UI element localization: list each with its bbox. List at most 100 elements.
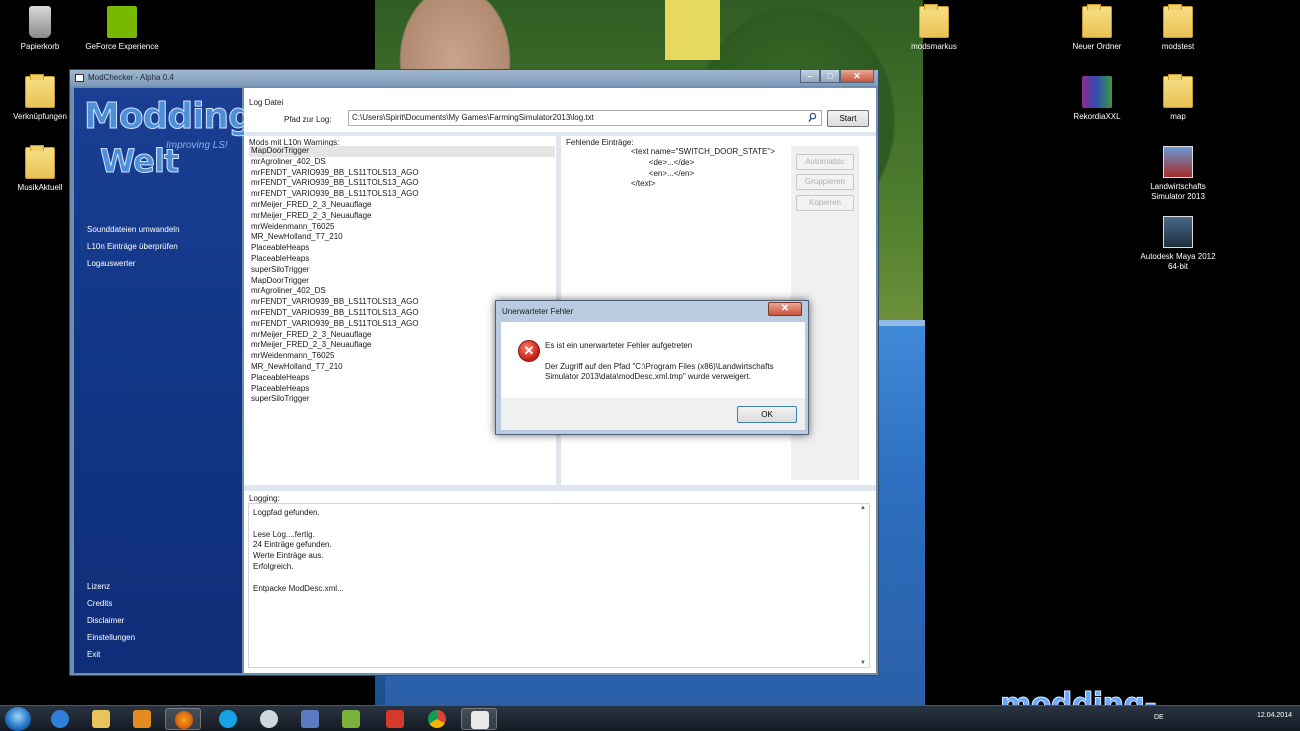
nav-logauswerter[interactable]: Logauswerter: [87, 259, 135, 268]
window-titlebar[interactable]: ModChecker - Alpha 0.4 – □ ✕: [70, 70, 878, 86]
ok-button[interactable]: OK: [737, 406, 797, 423]
desktop-icon-rekordiaxxl[interactable]: RekordiaXXL: [1057, 76, 1137, 122]
mod-list-item[interactable]: mrFENDT_VARIO939_BB_LS11TOLS13_AGO: [249, 168, 555, 179]
log-path-value: C:\Users\Spirit\Documents\My Games\Farmi…: [352, 113, 594, 122]
taskbar: DE 12.04.2014: [0, 705, 1300, 731]
desktop-icon-label: map: [1170, 112, 1186, 121]
scroll-down-icon[interactable]: ▼: [860, 660, 866, 666]
desktop-icon-modstest[interactable]: modstest: [1138, 4, 1218, 52]
desktop-icon-map[interactable]: map: [1138, 74, 1218, 122]
dialog-footer: OK: [501, 398, 805, 430]
logo-line1: Modding: [84, 96, 255, 138]
mod-list-item[interactable]: PlaceableHeaps: [249, 254, 555, 265]
nav-disclaimer[interactable]: Disclaimer: [87, 616, 124, 625]
scroll-up-icon[interactable]: ▲: [860, 505, 866, 511]
taskbar-explorer[interactable]: [83, 708, 119, 730]
nav-einstellungen[interactable]: Einstellungen: [87, 633, 135, 642]
logging-header: Logging:: [249, 494, 280, 503]
taskbar-firefox[interactable]: [165, 708, 201, 730]
desktop-icon-modsmarkus[interactable]: modsmarkus: [894, 4, 974, 52]
modchecker-icon: [471, 711, 489, 729]
taskbar-skype[interactable]: [210, 708, 246, 730]
mod-list-item[interactable]: mrAgroliner_402_DS: [249, 286, 555, 297]
automatisch-button[interactable]: Automatisc: [796, 154, 854, 170]
start-orb-icon[interactable]: [5, 707, 31, 731]
folder-icon: [25, 74, 55, 108]
kopieren-button[interactable]: Kopieren: [796, 195, 854, 211]
minimize-button[interactable]: –: [800, 70, 820, 83]
desktop-icon-label: modstest: [1161, 42, 1195, 51]
mod-list-item[interactable]: MapDoorTrigger: [249, 276, 555, 287]
mod-list-item[interactable]: mrFENDT_VARIO939_BB_LS11TOLS13_AGO: [249, 189, 555, 200]
sidebar: Modding Welt Improving LS! Sounddateien …: [74, 88, 255, 673]
mod-list-item[interactable]: PlaceableHeaps: [249, 243, 555, 254]
winrar-icon: [1082, 76, 1112, 108]
nav-credits[interactable]: Credits: [87, 599, 112, 608]
folder-icon: [1082, 4, 1112, 38]
window-title: ModChecker - Alpha 0.4: [88, 73, 174, 82]
search-icon[interactable]: [808, 112, 817, 123]
log-file-section-label: Log Datei: [249, 98, 284, 107]
desktop-icon-musikaktuell[interactable]: MusikAktuell: [0, 145, 80, 193]
paint-icon: [301, 710, 319, 728]
dialog-headline: Es ist ein unerwarteter Fehler aufgetret…: [545, 341, 693, 350]
folder-icon: [919, 4, 949, 38]
nav-sounddateien-umwandeln[interactable]: Sounddateien umwandeln: [87, 225, 180, 234]
maximize-button[interactable]: □: [820, 70, 840, 83]
taskbar-modchecker[interactable]: [461, 708, 497, 730]
internet-explorer-icon: [51, 710, 69, 728]
desktop-icon-neuer-ordner[interactable]: Neuer Ordner: [1057, 4, 1137, 52]
mod-list-item[interactable]: mrWeidenmann_T6025: [249, 222, 555, 233]
desktop-icon-label: RekordiaXXL: [1073, 112, 1121, 121]
desktop-icon-verknuepfungen[interactable]: Verknüpfungen: [0, 74, 80, 122]
path-label: Pfad zur Log:: [284, 115, 332, 124]
taskbar-media-player[interactable]: [124, 708, 160, 730]
mod-list-item[interactable]: mrMeijer_FRED_2_3_Neuauflage: [249, 200, 555, 211]
log-line: Logpfad gefunden.: [253, 508, 320, 517]
taskbar-internet-explorer[interactable]: [42, 708, 78, 730]
folder-icon: [1163, 4, 1193, 38]
modding-welt-logo: Modding Welt Improving LS!: [82, 96, 255, 186]
logging-textbox[interactable]: Logpfad gefunden. Lese Log....fertig. 24 E…: [248, 503, 870, 668]
xml-line: </text>: [631, 179, 656, 189]
close-button[interactable]: ✕: [840, 70, 874, 83]
mod-list-item[interactable]: mrMeijer_FRED_2_3_Neuauflage: [249, 211, 555, 222]
nav-l10n-eintraege-pruefen[interactable]: L10n Einträge überprüfen: [87, 242, 178, 251]
mod-list-item[interactable]: mrAgroliner_402_DS: [249, 157, 555, 168]
mod-list-item[interactable]: mrFENDT_VARIO939_BB_LS11TOLS13_AGO: [249, 178, 555, 189]
desktop-icon-label: Autodesk Maya 2012 64-bit: [1140, 252, 1216, 271]
log-scrollbar[interactable]: ▲ ▼: [859, 505, 868, 666]
taskbar-flashget[interactable]: [377, 708, 413, 730]
mod-list-item[interactable]: MapDoorTrigger: [249, 146, 555, 157]
taskbar-paint[interactable]: [292, 708, 328, 730]
gruppieren-button[interactable]: Gruppieren: [796, 174, 854, 190]
log-path-input[interactable]: C:\Users\Spirit\Documents\My Games\Farmi…: [348, 110, 822, 126]
app-icon: [75, 74, 84, 82]
taskbar-steam[interactable]: [251, 708, 287, 730]
error-icon: ✕: [518, 340, 540, 362]
taskbar-chrome[interactable]: [419, 708, 455, 730]
notepadpp-icon: [342, 710, 360, 728]
desktop-icon-geforce[interactable]: GeForce Experience: [82, 6, 162, 52]
recycle-bin-icon: [29, 6, 51, 38]
maya-icon: [1163, 216, 1193, 248]
section-divider-logging[interactable]: [244, 485, 876, 491]
desktop-icon-landwirtschafts-simulator[interactable]: Landwirtschafts Simulator 2013: [1138, 146, 1218, 202]
taskbar-notepadpp[interactable]: [333, 708, 369, 730]
mod-list-item[interactable]: superSiloTrigger: [249, 265, 555, 276]
xml-line: <en>...</en>: [631, 168, 695, 178]
desktop-icon-label: Neuer Ordner: [1072, 42, 1122, 51]
nav-lizenz[interactable]: Lizenz: [87, 582, 110, 591]
language-indicator[interactable]: DE: [1154, 714, 1164, 721]
xml-line: <text name="SWITCH_DOOR_STATE">: [631, 147, 775, 156]
desktop-icon-papierkorb[interactable]: Papierkorb: [0, 6, 80, 52]
logo-tagline: Improving LS!: [166, 140, 228, 151]
nav-exit[interactable]: Exit: [87, 650, 100, 659]
system-clock[interactable]: 12.04.2014: [1257, 712, 1292, 720]
start-button[interactable]: Start: [827, 110, 869, 127]
dialog-message-line2: Simulator 2013\data\modDesc.xml.tmp" wur…: [545, 372, 752, 381]
dialog-close-button[interactable]: ✕: [768, 302, 802, 316]
mod-list-item[interactable]: MR_NewHolland_T7_210: [249, 232, 555, 243]
desktop-icon-maya[interactable]: Autodesk Maya 2012 64-bit: [1138, 216, 1218, 272]
